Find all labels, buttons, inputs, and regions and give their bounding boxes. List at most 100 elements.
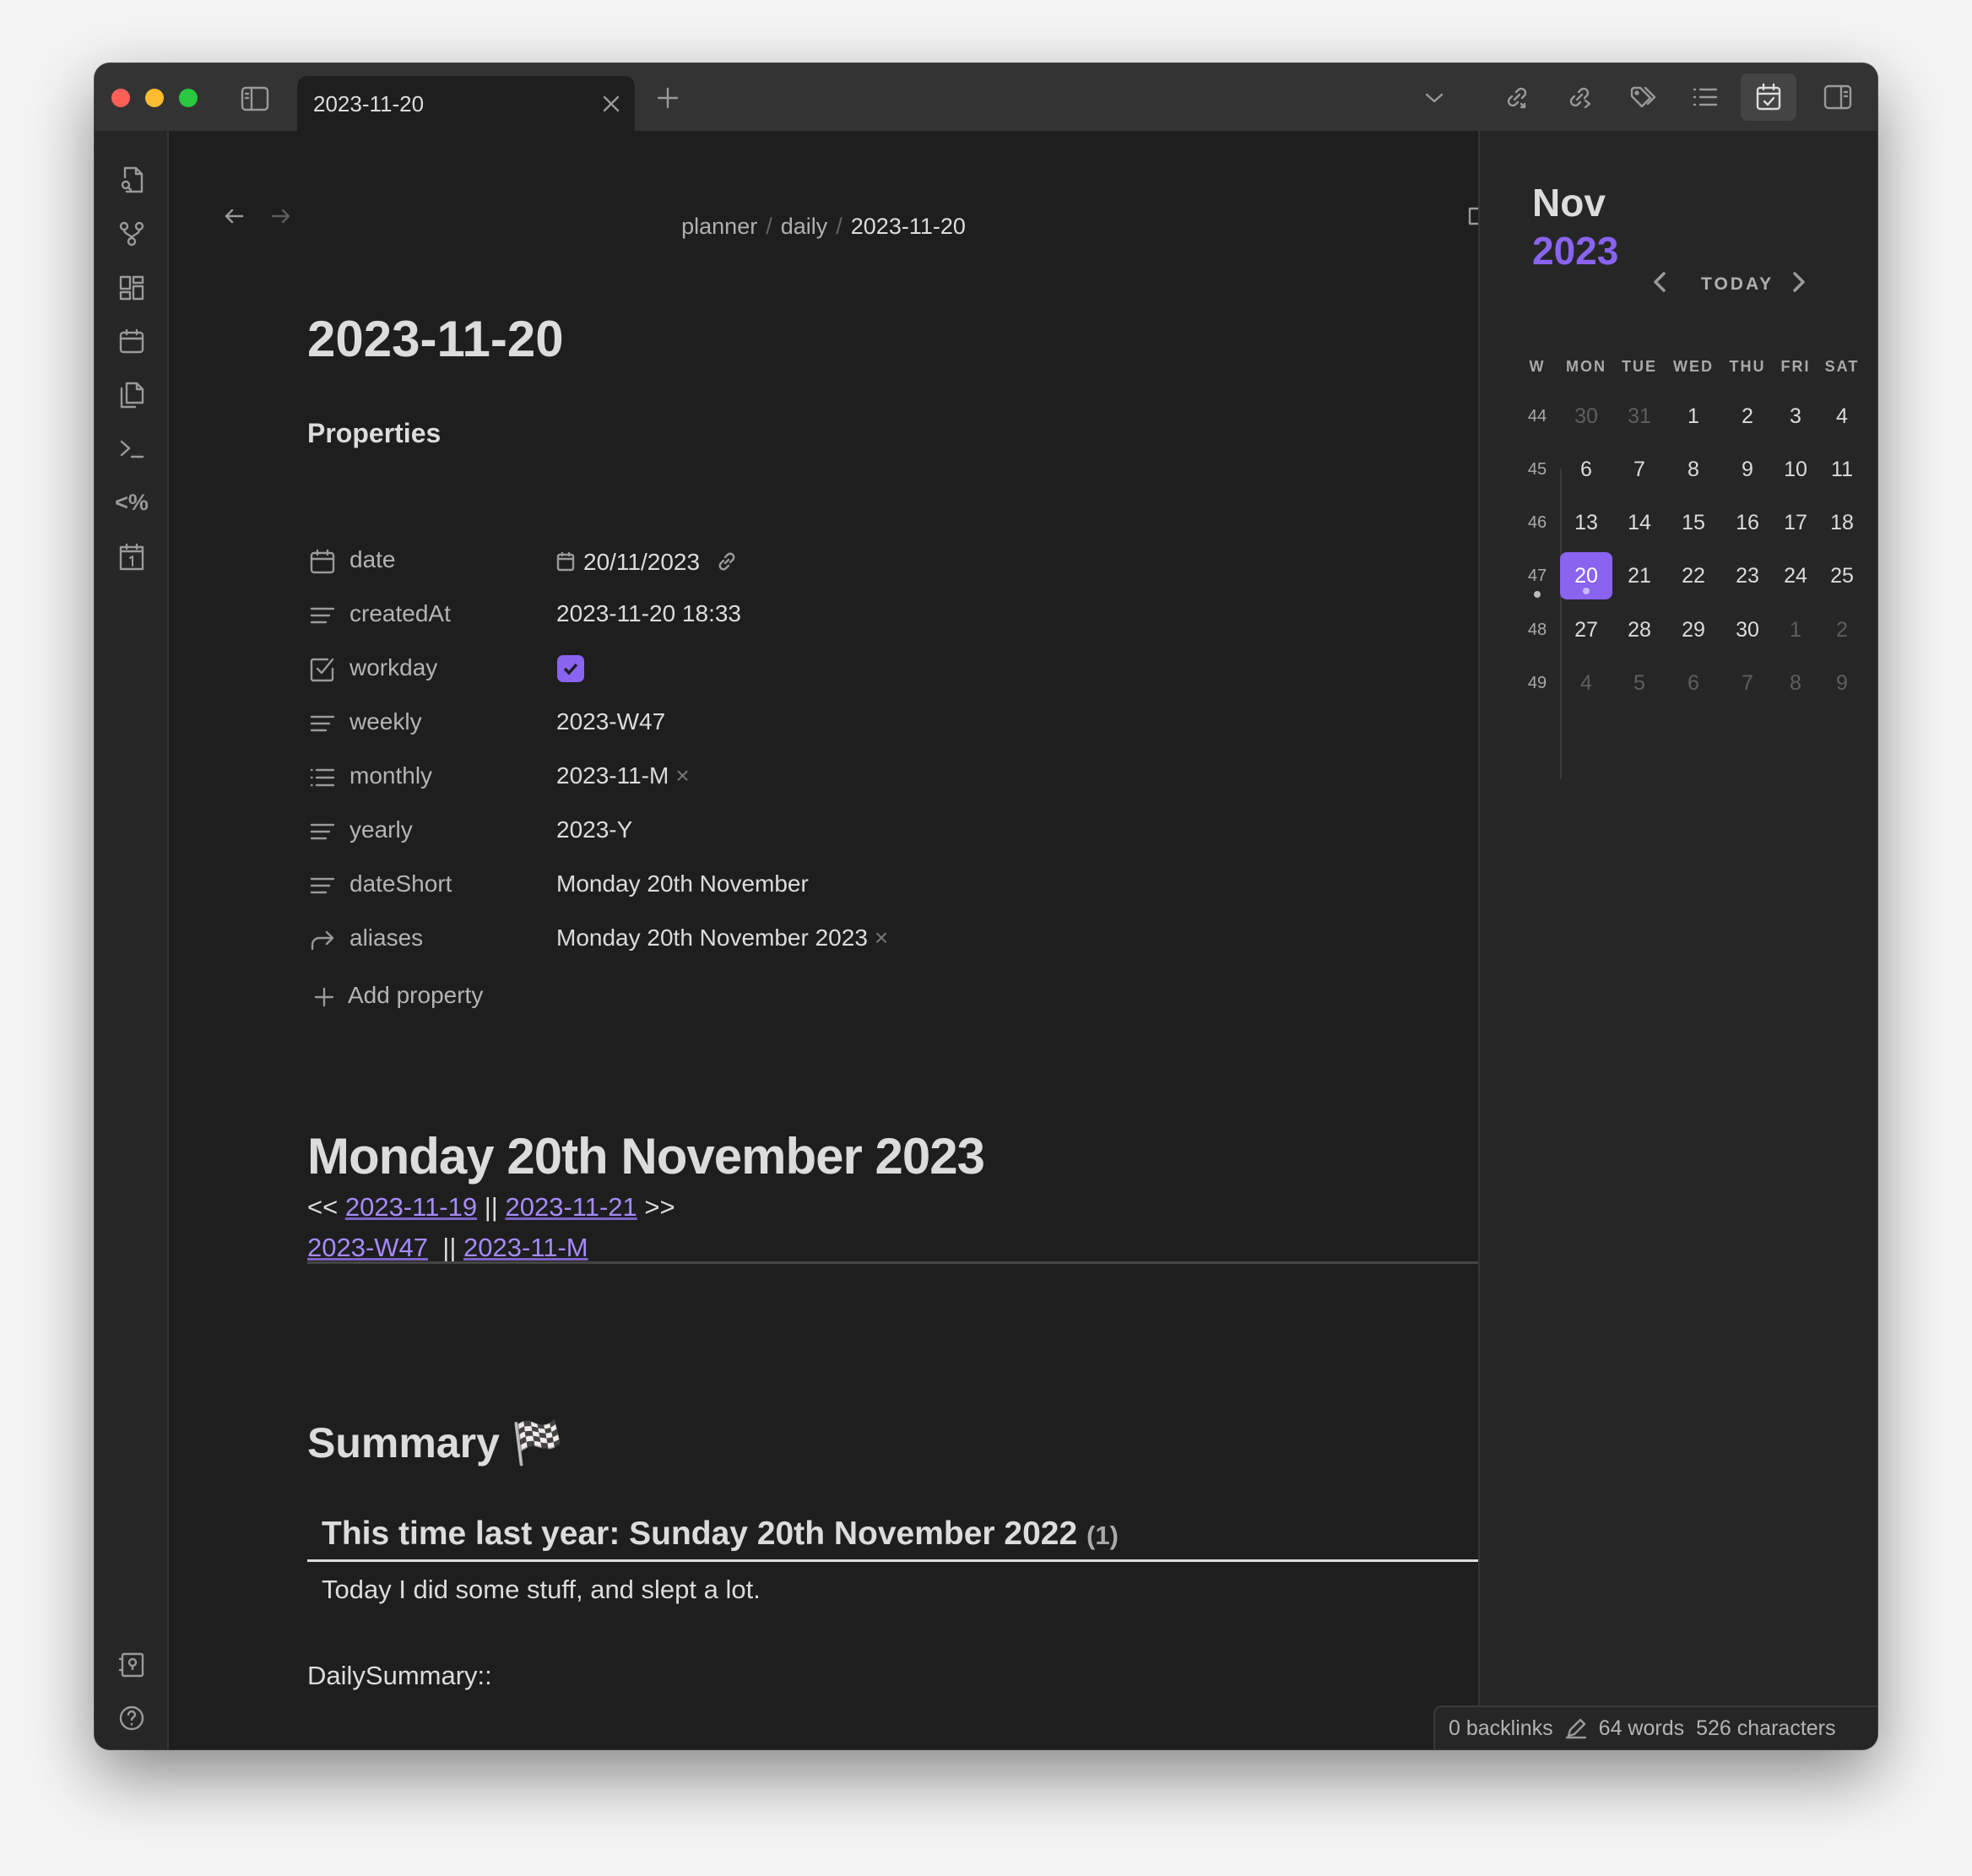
- calendar-day[interactable]: 6: [1560, 446, 1612, 493]
- property-value[interactable]: 2023-W47: [556, 708, 665, 735]
- embedded-note-heading[interactable]: This time last year: Sunday 20th Novembe…: [307, 1515, 1489, 1562]
- minimize-window-button[interactable]: [145, 89, 164, 107]
- vault-switcher-icon[interactable]: [113, 1646, 150, 1684]
- property-value[interactable]: 20/11/2023: [556, 546, 739, 576]
- close-window-button[interactable]: [111, 89, 130, 107]
- calendar-day[interactable]: 17: [1769, 499, 1822, 546]
- right-sidebar-toggle-icon[interactable]: [1821, 80, 1855, 114]
- next-day-link[interactable]: 2023-11-21: [505, 1192, 637, 1222]
- text-icon[interactable]: [307, 600, 338, 631]
- calendar-day[interactable]: 18: [1816, 499, 1868, 546]
- tags-icon[interactable]: [1626, 80, 1660, 114]
- property-label[interactable]: yearly: [349, 816, 413, 843]
- tab-list-chevron-down-icon[interactable]: [1420, 84, 1449, 112]
- left-sidebar-toggle-icon[interactable]: [238, 82, 272, 116]
- templater-icon[interactable]: <%: [113, 484, 150, 521]
- outgoing-links-icon[interactable]: [1563, 80, 1596, 114]
- next-month-chevron-icon[interactable]: [1785, 268, 1813, 296]
- property-label[interactable]: monthly: [349, 762, 432, 789]
- property-label[interactable]: workday: [349, 654, 437, 681]
- calendar-day[interactable]: 29: [1667, 606, 1720, 653]
- property-value[interactable]: Monday 20th November: [556, 870, 809, 897]
- workday-checkbox[interactable]: [557, 655, 584, 682]
- calendar-day[interactable]: 4: [1560, 659, 1612, 707]
- calendar-day[interactable]: 15: [1667, 499, 1720, 546]
- today-button[interactable]: TODAY: [1701, 274, 1774, 295]
- graph-view-icon[interactable]: [113, 215, 150, 252]
- calendar-day[interactable]: 9: [1816, 659, 1868, 707]
- property-label[interactable]: createdAt: [349, 600, 451, 627]
- list-icon[interactable]: [307, 762, 338, 793]
- date-picker-icon[interactable]: [556, 551, 575, 572]
- property-value[interactable]: 2023-Y: [556, 816, 632, 843]
- calendar-day[interactable]: 24: [1769, 552, 1822, 599]
- calendar-day[interactable]: 2: [1816, 606, 1868, 653]
- calendar-day[interactable]: 22: [1667, 552, 1720, 599]
- text-icon[interactable]: [307, 816, 338, 847]
- calendar-day[interactable]: 14: [1613, 499, 1666, 546]
- copy-file-icon[interactable]: [113, 377, 150, 414]
- calendar-day[interactable]: 31: [1613, 393, 1666, 440]
- calendar-icon[interactable]: [307, 546, 338, 577]
- calendar-day[interactable]: 8: [1769, 659, 1822, 707]
- calendar-day[interactable]: 8: [1667, 446, 1720, 493]
- search-file-icon[interactable]: [113, 161, 150, 198]
- weekly-link[interactable]: 2023-W47: [307, 1233, 428, 1262]
- alias-icon[interactable]: [307, 924, 338, 955]
- prev-month-chevron-icon[interactable]: [1645, 268, 1674, 296]
- properties-heading[interactable]: Properties: [307, 418, 441, 449]
- backlinks-count[interactable]: 0 backlinks: [1449, 1716, 1553, 1741]
- breadcrumb-daily[interactable]: daily: [781, 214, 828, 239]
- calendar-view-icon[interactable]: [1741, 73, 1796, 121]
- checkbox-icon[interactable]: [307, 654, 338, 685]
- daily-note-calendar-icon[interactable]: [113, 323, 150, 360]
- week-number[interactable]: 45: [1511, 446, 1563, 493]
- calendar-day[interactable]: 2: [1721, 393, 1774, 440]
- property-value[interactable]: Monday 20th November 2023 ×: [556, 924, 888, 952]
- calendar-day[interactable]: 4: [1816, 393, 1868, 440]
- canvas-grid-icon[interactable]: [113, 269, 150, 306]
- property-label[interactable]: date: [349, 546, 396, 573]
- add-property-button[interactable]: Add property: [307, 975, 1067, 1017]
- calendar-day[interactable]: 1: [1769, 606, 1822, 653]
- calendar-day[interactable]: 1: [1667, 393, 1720, 440]
- property-value[interactable]: 2023-11-M ×: [556, 762, 690, 789]
- help-icon[interactable]: [113, 1700, 150, 1737]
- calendar-day[interactable]: 16: [1721, 499, 1774, 546]
- backlinks-icon[interactable]: [1500, 80, 1534, 114]
- daily-summary-field[interactable]: DailySummary::: [307, 1661, 492, 1691]
- calendar-day[interactable]: 5: [1613, 659, 1666, 707]
- calendar-day[interactable]: 21: [1613, 552, 1666, 599]
- text-icon[interactable]: [307, 708, 338, 739]
- note-title[interactable]: 2023-11-20: [307, 310, 564, 368]
- prev-day-link[interactable]: 2023-11-19: [345, 1192, 477, 1222]
- monthly-link[interactable]: 2023-11-M: [463, 1233, 588, 1262]
- calendar-day[interactable]: 7: [1613, 446, 1666, 493]
- close-tab-icon[interactable]: [597, 89, 626, 118]
- property-value[interactable]: 2023-11-20 18:33: [556, 600, 741, 627]
- week-number[interactable]: 44: [1511, 393, 1563, 440]
- week-number[interactable]: 49: [1511, 659, 1563, 707]
- calendar-year[interactable]: 2023: [1532, 228, 1618, 274]
- terminal-icon[interactable]: [113, 431, 150, 468]
- calendar-day[interactable]: 30: [1721, 606, 1774, 653]
- maximize-window-button[interactable]: [179, 89, 198, 107]
- calendar-day[interactable]: 27: [1560, 606, 1612, 653]
- remove-value-icon[interactable]: ×: [875, 924, 888, 951]
- outline-icon[interactable]: [1688, 80, 1722, 114]
- link-icon[interactable]: [715, 550, 739, 573]
- calendar-month[interactable]: Nov: [1532, 180, 1606, 225]
- calendar-day[interactable]: 25: [1816, 552, 1868, 599]
- calendar-day[interactable]: 9: [1721, 446, 1774, 493]
- calendar-day[interactable]: 30: [1560, 393, 1612, 440]
- calendar-day[interactable]: 10: [1769, 446, 1822, 493]
- breadcrumb-current[interactable]: 2023-11-20: [851, 214, 966, 239]
- week-number[interactable]: 46: [1511, 499, 1563, 546]
- calendar-day[interactable]: 3: [1769, 393, 1822, 440]
- breadcrumb-planner[interactable]: planner: [681, 214, 757, 239]
- text-icon[interactable]: [307, 870, 338, 901]
- calendar-day[interactable]: 28: [1613, 606, 1666, 653]
- remove-value-icon[interactable]: ×: [675, 762, 689, 789]
- week-number[interactable]: 48: [1511, 606, 1563, 653]
- property-label[interactable]: weekly: [349, 708, 422, 735]
